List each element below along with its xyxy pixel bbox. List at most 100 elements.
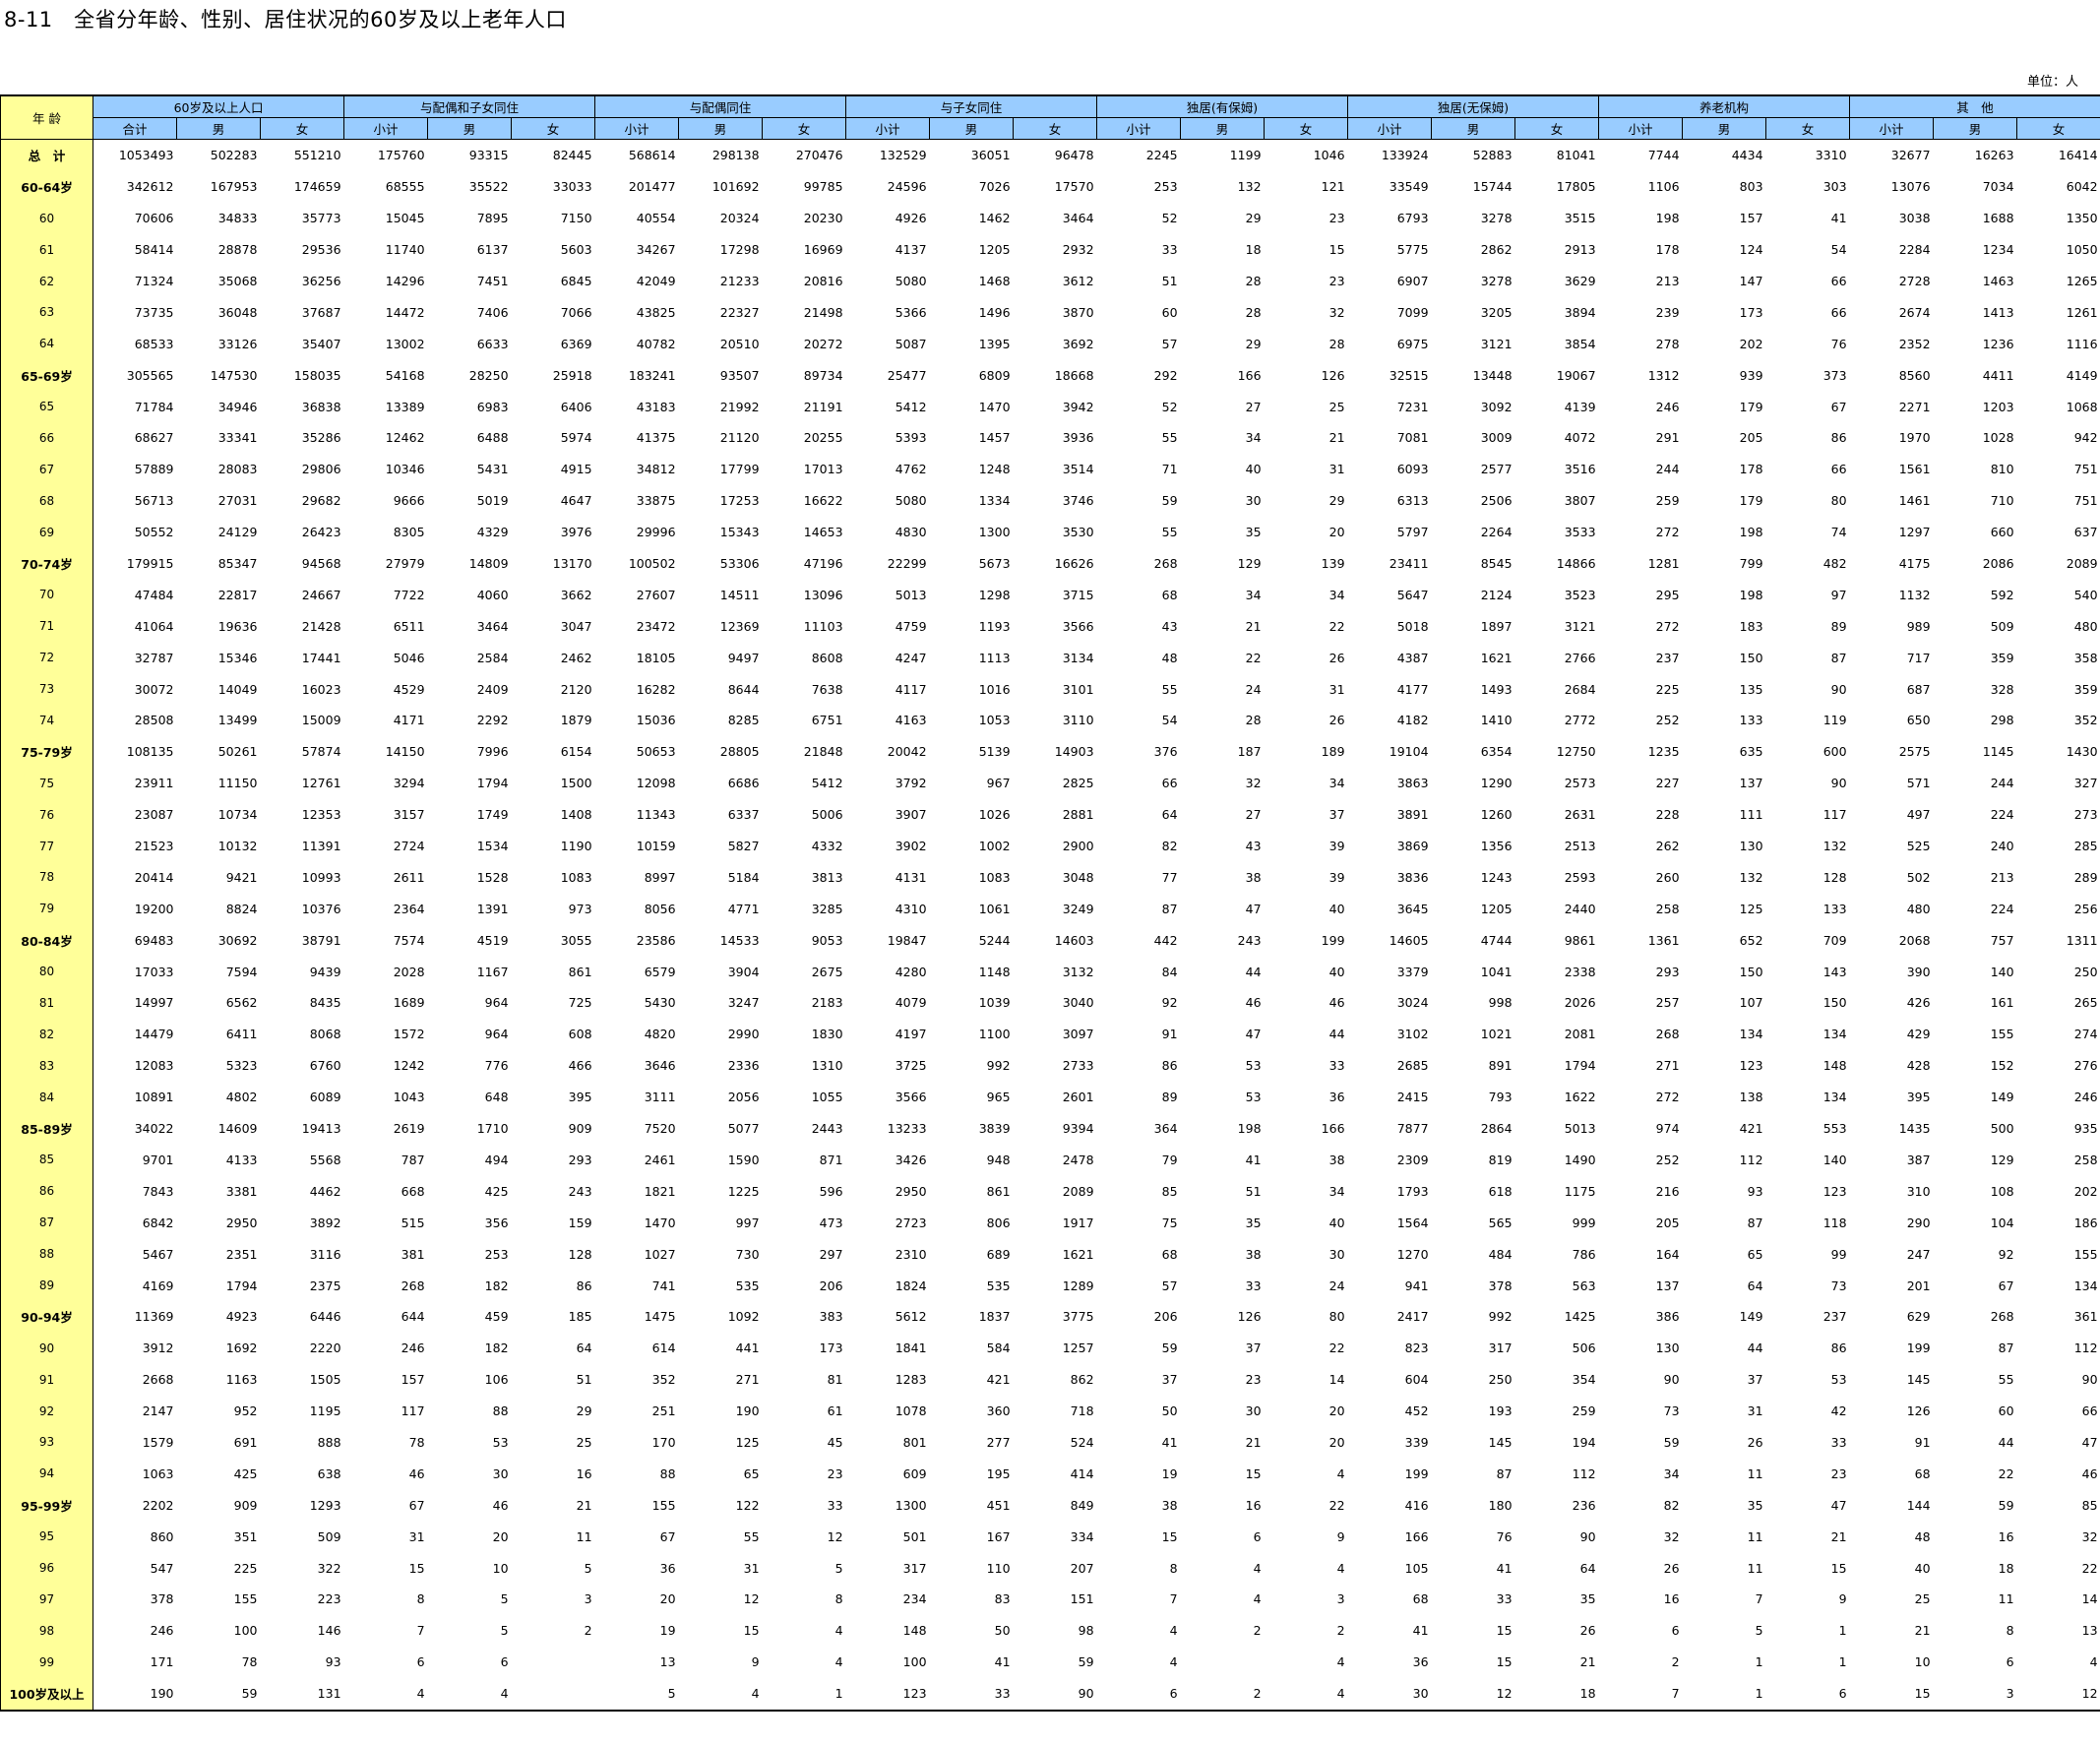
cell-value: 964	[484, 1027, 509, 1042]
cell-value: 179	[1739, 493, 1763, 509]
cell-value: 989	[1906, 618, 1931, 634]
cell-value: 171	[150, 1654, 174, 1670]
cell-value: 4830	[895, 525, 927, 540]
cell-value: 7026	[978, 179, 1011, 195]
row-age-label: 85	[0, 1144, 93, 1176]
cell-value: 79	[1161, 1152, 1178, 1167]
row-age-label: 92	[0, 1395, 93, 1427]
cell-value: 3533	[1564, 525, 1596, 540]
cell-value: 17253	[719, 493, 760, 509]
cell-value: 4117	[895, 681, 927, 697]
cell-value: 4771	[727, 901, 760, 916]
cell-value: 509	[317, 1528, 341, 1544]
cell-value: 186	[2073, 1215, 2098, 1230]
cell-value: 1897	[1480, 618, 1513, 634]
cell-value: 909	[568, 1121, 592, 1137]
cell-value: 155	[233, 1591, 258, 1607]
cell-value: 19104	[1389, 744, 1429, 760]
cell-value: 1046	[1313, 148, 1345, 163]
cell-value: 250	[2073, 964, 2098, 979]
cell-value: 15	[1161, 1528, 1178, 1544]
cell-value: 133	[1822, 901, 1847, 916]
cell-value: 1621	[1480, 650, 1513, 665]
table-row: 94 1063 425 638 46 30 16 88 65 23 609 195 414 19 15 4 19…	[0, 1458, 2100, 1490]
cell-value: 227	[1655, 776, 1680, 791]
cell-value: 35	[1579, 1591, 1596, 1607]
cell-value: 1039	[978, 995, 1011, 1011]
table-row: 79 19200 8824 10376 2364 1391 973 8056 4771 3285 4…	[0, 893, 2100, 925]
table-row: 80 17033 7594 9439 2028 1167 861 6579 3904 2675 42…	[0, 956, 2100, 988]
table-row: 90-94岁 11369 4923 6446 644 459 185 1475 1092 383 5…	[0, 1300, 2100, 1333]
cell-value: 71324	[134, 274, 174, 288]
table-row: 71 41064 19636 21428 6511 3464 3047 23472 12369 1…	[0, 610, 2100, 643]
cell-value: 147	[1739, 274, 1763, 288]
sub-header: 女	[511, 117, 596, 140]
cell-value: 2990	[727, 1027, 760, 1042]
cell-value: 660	[1990, 525, 2014, 540]
cell-value: 776	[484, 1058, 509, 1074]
cell-value: 87	[1830, 650, 1847, 665]
cell-value: 18	[1245, 242, 1262, 258]
sub-header: 男	[678, 117, 764, 140]
cell-value: 5087	[895, 336, 927, 351]
cell-value: 112	[1739, 1152, 1763, 1167]
cell-value: 1688	[1982, 211, 2014, 226]
cell-value: 1	[1682, 1677, 1766, 1712]
cell-value: 43825	[636, 304, 676, 320]
cell-value: 257	[1655, 995, 1680, 1011]
cell-value: 5412	[895, 399, 927, 414]
cell-value: 54168	[385, 367, 425, 383]
cell-value: 1425	[1564, 1309, 1596, 1325]
cell-value: 6411	[225, 1027, 258, 1042]
cell-value: 4060	[476, 587, 509, 602]
cell-value: 2684	[1564, 681, 1596, 697]
cell-value: 34833	[217, 211, 258, 226]
cell-value: 48	[1161, 650, 1178, 665]
cell-value: 34267	[636, 242, 676, 258]
cell-value: 11740	[385, 242, 425, 258]
sub-header: 男	[929, 117, 1015, 140]
cell-value: 8644	[727, 681, 760, 697]
cell-value: 6313	[1396, 493, 1429, 509]
cell-value: 36838	[301, 399, 341, 414]
cell-value: 6089	[309, 1090, 341, 1105]
cell-value: 1053	[978, 713, 1011, 728]
row-age-label: 78	[0, 861, 93, 894]
cell-value: 1053493	[118, 148, 174, 163]
cell-value: 421	[1739, 1121, 1763, 1137]
cell-value: 16	[1245, 1497, 1262, 1513]
table-row: 85 9701 4133 5568 787 494 293 2461 1590 871 3426 94…	[0, 1144, 2100, 1176]
cell-value: 187	[1237, 744, 1262, 760]
cell-value: 3464	[1062, 211, 1094, 226]
cell-value: 4	[1169, 1623, 1178, 1639]
cell-value: 47	[1245, 901, 1262, 916]
cell-value: 4820	[644, 1027, 676, 1042]
cell-value: 14	[1328, 1372, 1345, 1388]
cell-value: 1092	[727, 1309, 760, 1325]
cell-value: 7744	[1647, 148, 1680, 163]
cell-value: 37687	[301, 304, 341, 320]
cell-value: 3775	[1062, 1309, 1094, 1325]
sub-header: 男	[1431, 117, 1516, 140]
cell-value: 46	[2081, 1465, 2098, 1481]
cell-value: 4915	[560, 462, 592, 477]
cell-value: 54	[1161, 713, 1178, 728]
cell-value: 5	[500, 1591, 509, 1607]
cell-value: 20816	[803, 274, 843, 288]
cell-value: 1205	[978, 242, 1011, 258]
cell-value: 271	[735, 1372, 760, 1388]
cell-value: 7099	[1396, 304, 1429, 320]
cell-value: 17033	[134, 964, 174, 979]
cell-value: 198	[1739, 587, 1763, 602]
cell-value: 80	[1830, 493, 1847, 509]
cell-value: 132529	[879, 148, 927, 163]
cell-value: 166	[1404, 1528, 1429, 1544]
cell-value: 3	[1933, 1677, 2017, 1712]
cell-value: 41	[994, 1654, 1011, 1670]
row-age-label: 96	[0, 1552, 93, 1584]
cell-value: 13	[2081, 1623, 2098, 1639]
cell-value: 3055	[560, 932, 592, 948]
cell-value: 361	[2073, 1309, 2098, 1325]
cell-value: 2584	[476, 650, 509, 665]
cell-value: 2513	[1564, 839, 1596, 854]
